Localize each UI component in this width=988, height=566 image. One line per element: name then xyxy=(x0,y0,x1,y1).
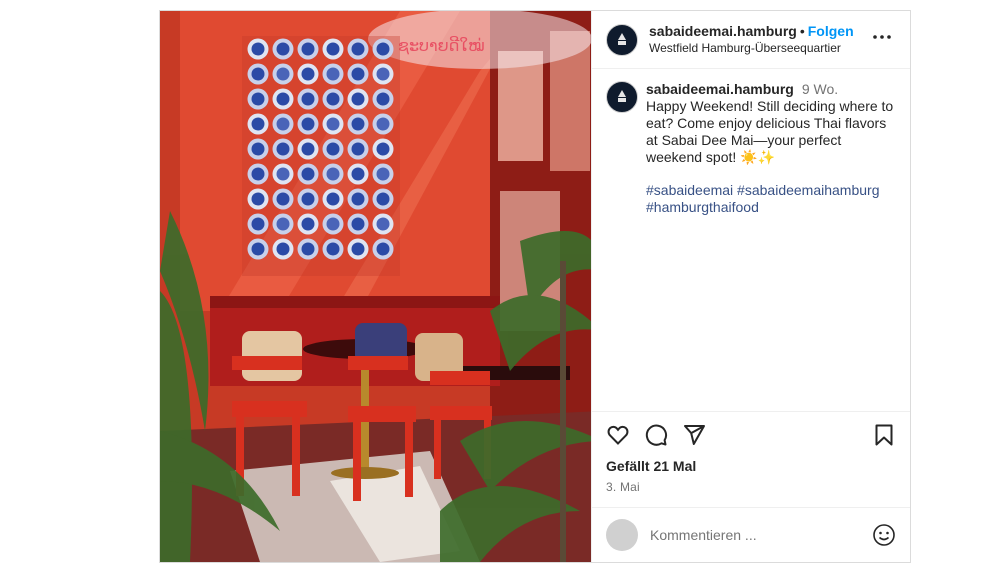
action-icons xyxy=(606,422,896,448)
send-icon[interactable] xyxy=(682,423,706,447)
user-avatar xyxy=(606,519,638,551)
decor-plate xyxy=(322,63,344,85)
decor-plate xyxy=(322,213,344,235)
post-date: 3. Mai xyxy=(606,480,640,494)
decor-plate xyxy=(322,138,344,160)
decor-plate xyxy=(372,238,394,260)
separator-dot: • xyxy=(799,23,805,39)
bookmark-icon[interactable] xyxy=(872,423,896,447)
follow-button[interactable]: Folgen xyxy=(808,23,854,39)
decor-plate xyxy=(272,238,294,260)
decor-plate xyxy=(247,63,269,85)
decor-plate xyxy=(297,138,319,160)
decor-plate xyxy=(347,163,369,185)
logo-icon xyxy=(618,32,626,45)
decor-plate xyxy=(347,63,369,85)
hashtags-link[interactable]: #sabaideemai #sabaideemaihamburg #hambur… xyxy=(646,182,880,215)
decor-plate xyxy=(297,63,319,85)
post-age: 9 Wo. xyxy=(801,81,839,97)
decor-plate xyxy=(347,113,369,135)
caption-hashtags[interactable]: #sabaideemai #sabaideemaihamburg #hambur… xyxy=(646,182,896,216)
decor-plate xyxy=(372,138,394,160)
account-avatar[interactable] xyxy=(606,23,638,56)
comment-icon[interactable] xyxy=(644,423,668,447)
decor-plate xyxy=(272,113,294,135)
decor-plate xyxy=(372,213,394,235)
decor-plate xyxy=(272,163,294,185)
decor-plate xyxy=(272,213,294,235)
caption-username[interactable]: sabaideemai.hamburg xyxy=(646,81,794,97)
restaurant-interior-image: ຊະບາຍດີໃໝ່ xyxy=(160,11,591,562)
post-sidebar: sabaideemai.hamburg • Folgen Westfield Ham… xyxy=(591,11,910,562)
decor-plate xyxy=(347,188,369,210)
decor-plate xyxy=(247,113,269,135)
decor-plate xyxy=(347,238,369,260)
decor-plate xyxy=(247,163,269,185)
caption-section: sabaideemai.hamburg 9 Wo. Happy Weekend! … xyxy=(592,69,910,411)
decor-plate xyxy=(272,63,294,85)
decor-plate xyxy=(322,163,344,185)
decor-plate xyxy=(322,188,344,210)
instagram-post: ຊະບາຍດີໃໝ່ sabaideemai.hamburg • Folgen … xyxy=(159,10,911,563)
decor-plate xyxy=(322,38,344,60)
decor-plate xyxy=(272,38,294,60)
decor-plate xyxy=(372,113,394,135)
decor-plate xyxy=(297,213,319,235)
decor-plate xyxy=(347,213,369,235)
decor-plate xyxy=(247,213,269,235)
decor-plate xyxy=(322,238,344,260)
plates-wall-decor xyxy=(242,36,400,276)
decor-plate xyxy=(372,163,394,185)
caption-text: Happy Weekend! Still deciding where to e… xyxy=(646,98,894,165)
comment-bar xyxy=(592,507,910,562)
caption-avatar[interactable] xyxy=(606,81,638,113)
decor-plate xyxy=(297,163,319,185)
caption-body: sabaideemai.hamburg 9 Wo. Happy Weekend! … xyxy=(646,81,896,411)
decor-plate xyxy=(372,38,394,60)
comment-input[interactable] xyxy=(648,526,872,544)
decor-plate xyxy=(372,188,394,210)
header-username[interactable]: sabaideemai.hamburg xyxy=(649,23,797,39)
emoji-icon[interactable] xyxy=(872,523,896,547)
header-text: sabaideemai.hamburg • Folgen Westfield Ham… xyxy=(649,23,868,56)
decor-plate xyxy=(347,138,369,160)
decor-plate xyxy=(297,188,319,210)
logo-icon xyxy=(618,90,626,102)
decor-plate xyxy=(247,88,269,110)
actions-section: Gefällt 21 Mal 3. Mai xyxy=(592,411,910,507)
decor-plate xyxy=(372,63,394,85)
more-options-icon[interactable] xyxy=(868,27,896,53)
likes-count[interactable]: Gefällt 21 Mal xyxy=(606,458,896,474)
decor-plate xyxy=(322,88,344,110)
decor-plate xyxy=(347,88,369,110)
location-link[interactable]: Westfield Hamburg-Überseequartier xyxy=(649,40,868,56)
decor-plate xyxy=(297,238,319,260)
post-photo[interactable]: ຊະບາຍດີໃໝ່ xyxy=(160,11,591,562)
decor-plate xyxy=(247,138,269,160)
decor-plate xyxy=(272,138,294,160)
post-header: sabaideemai.hamburg • Folgen Westfield Ham… xyxy=(592,11,910,69)
decor-plate xyxy=(297,88,319,110)
decor-plate xyxy=(247,238,269,260)
decor-plate xyxy=(247,188,269,210)
decor-plate xyxy=(297,38,319,60)
heart-icon[interactable] xyxy=(606,423,630,447)
decor-plate xyxy=(322,113,344,135)
decor-plate xyxy=(272,88,294,110)
decor-plate xyxy=(297,113,319,135)
svg-text:ຊະບາຍດີໃໝ່: ຊະບາຍດີໃໝ່ xyxy=(398,36,485,55)
decor-plate xyxy=(372,88,394,110)
decor-plate xyxy=(272,188,294,210)
decor-plate xyxy=(347,38,369,60)
decor-plate xyxy=(247,38,269,60)
